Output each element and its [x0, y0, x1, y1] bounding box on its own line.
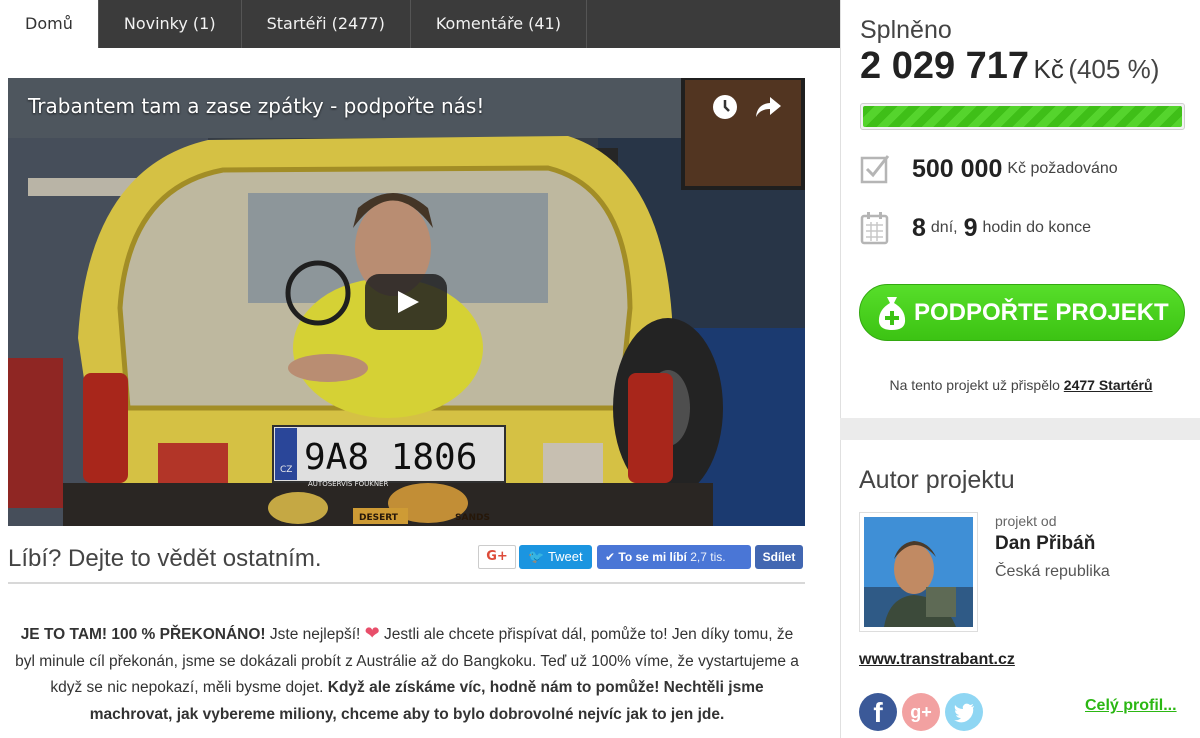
author-country: Česká republika	[995, 563, 1110, 580]
support-project-button[interactable]: PODPOŘTE PROJEKT	[859, 284, 1185, 341]
days-left: 8	[912, 213, 926, 242]
clock-icon[interactable]	[712, 94, 738, 120]
goal-stat: 500 000 Kč požadováno	[860, 149, 1124, 189]
like-label: To se mi líbí	[618, 550, 687, 564]
hours-left: 9	[963, 213, 978, 242]
author-card: Autor projektu projekt od Dan Přibáň Čes…	[840, 440, 1200, 738]
support-button-label: PODPOŘTE PROJEKT	[914, 299, 1169, 326]
time-left-stat: 8 dní, 9 hodin do konce	[860, 208, 1097, 248]
full-profile-link[interactable]: Celý profil...	[1085, 697, 1177, 715]
tweet-label: Tweet	[547, 549, 583, 564]
author-website-link[interactable]: www.transtrabant.cz	[859, 651, 1015, 669]
share-heading: Líbí? Dejte to vědět ostatním.	[8, 545, 322, 572]
tab-bar: Domů Novinky (1) Startéři (2477) Komentá…	[0, 0, 840, 48]
play-icon[interactable]	[365, 274, 447, 330]
funded-currency: Kč	[1033, 54, 1064, 84]
hours-label: hodin do konce	[982, 219, 1092, 236]
description-text-1: Jste nejlepší!	[265, 626, 365, 643]
money-bag-icon	[876, 294, 908, 332]
video-player[interactable]: CZ 9A8 1806 AUTOSERVIS FOUKNER DESERT SA…	[8, 78, 805, 526]
backers-note-text: Na tento projekt už přispělo	[889, 377, 1060, 393]
tab-home[interactable]: Domů	[0, 0, 99, 48]
google-plus-share-button[interactable]: G+	[478, 545, 516, 569]
checkbox-icon	[860, 152, 890, 186]
funded-amount: 2 029 717 Kč (405 %)	[860, 45, 1159, 88]
tweet-button[interactable]: 🐦 Tweet	[519, 545, 592, 569]
calendar-icon	[860, 211, 890, 245]
goal-amount: 500 000	[912, 154, 1003, 183]
funding-card: Splněno 2 029 717 Kč (405 %) 500 000 Kč …	[840, 0, 1200, 418]
twitter-icon[interactable]	[945, 693, 983, 731]
facebook-like-button[interactable]: ✔ To se mi líbí 2,7 tis.	[597, 545, 751, 569]
backers-link[interactable]: 2477 Startérů	[1064, 377, 1153, 393]
description-bold-intro: JE TO TAM! 100 % PŘEKONÁNO!	[20, 626, 266, 643]
facebook-share-button[interactable]: Sdílet	[755, 545, 803, 569]
author-photo	[864, 517, 973, 627]
thumbs-up-icon: ✔	[605, 550, 616, 564]
author-heading: Autor projektu	[859, 466, 1015, 494]
project-description: JE TO TAM! 100 % PŘEKONÁNO! Jste nejlepš…	[12, 620, 802, 728]
heart-icon: ❤	[364, 623, 380, 643]
project-by-label: projekt od	[995, 513, 1057, 529]
funded-label: Splněno	[860, 16, 952, 44]
goal-suffix: Kč požadováno	[1007, 160, 1118, 177]
backers-note: Na tento projekt už přispělo 2477 Starté…	[841, 377, 1200, 393]
funded-amount-number: 2 029 717	[860, 45, 1030, 87]
facebook-icon[interactable]: f	[859, 693, 897, 731]
tab-backers[interactable]: Startéři (2477)	[242, 0, 411, 48]
main-column: Domů Novinky (1) Startéři (2477) Komentá…	[0, 0, 840, 738]
tab-comments[interactable]: Komentáře (41)	[411, 0, 587, 48]
days-label: dní,	[930, 219, 958, 236]
funding-progress-fill	[863, 106, 1182, 127]
share-arrow-icon[interactable]	[754, 94, 782, 120]
video-title[interactable]: Trabantem tam a zase zpátky - podpořte n…	[28, 94, 484, 118]
avatar[interactable]	[859, 512, 978, 632]
share-bar: Líbí? Dejte to vědět ostatním. G+ 🐦 Twee…	[8, 540, 805, 584]
funding-progress-bar	[860, 103, 1185, 130]
like-count: 2,7 tis.	[690, 550, 726, 564]
tab-news[interactable]: Novinky (1)	[99, 0, 242, 48]
author-name[interactable]: Dan Přibáň	[995, 533, 1095, 555]
twitter-bird-icon: 🐦	[528, 549, 545, 564]
google-plus-icon[interactable]: g+	[902, 693, 940, 731]
funded-percent: (405 %)	[1068, 54, 1160, 84]
